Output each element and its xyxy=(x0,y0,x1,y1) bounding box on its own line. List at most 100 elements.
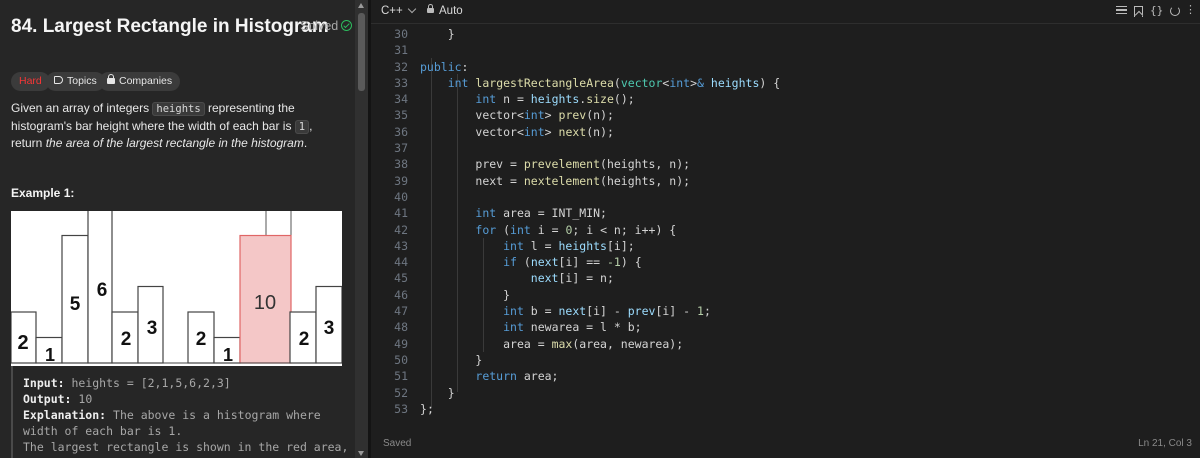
code-line[interactable]: 39 next = nextelement(heights, n); xyxy=(371,173,1200,189)
line-number: 49 xyxy=(394,336,408,351)
scroll-down-arrow-icon[interactable] xyxy=(358,451,364,456)
line-number: 53 xyxy=(394,401,408,416)
code-line[interactable]: 35 vector<int> prev(n); xyxy=(371,107,1200,123)
desc-emphasis: the area of the largest rectangle in the… xyxy=(45,136,304,150)
code-line[interactable]: 32 public: xyxy=(371,59,1200,75)
code-line[interactable]: 45 next[i] = n; xyxy=(371,270,1200,286)
topics-button[interactable]: Topics xyxy=(46,72,105,91)
code-line[interactable]: 52 } xyxy=(371,385,1200,401)
example-block: Input: heights = [2,1,5,6,2,3] Output: 1… xyxy=(11,366,355,458)
code-text: vector<int> prev(n); xyxy=(475,108,614,123)
histogram-label: 2 xyxy=(196,329,207,350)
difficulty-tag[interactable]: Hard xyxy=(11,72,50,91)
output-label: Output: xyxy=(23,392,72,406)
code-text: int n = heights.size(); xyxy=(475,92,635,107)
solved-label: Solved xyxy=(300,19,339,33)
code-line[interactable]: 33 int largestRectangleArea(vector<int>&… xyxy=(371,75,1200,91)
line-number: 52 xyxy=(394,385,408,400)
example-explanation: Explanation: The above is a histogram wh… xyxy=(23,407,355,439)
desc-text: . xyxy=(303,136,308,150)
histogram-label: 2 xyxy=(121,329,132,350)
code-line[interactable]: 42 for (int i = 0; i < n; i++) { xyxy=(371,222,1200,238)
code-line[interactable]: 44 if (next[i] == -1) { xyxy=(371,254,1200,270)
braces-icon[interactable]: {} xyxy=(1150,4,1166,17)
line-number: 40 xyxy=(394,189,408,204)
language-select[interactable]: C++ xyxy=(381,4,416,17)
editor-toolbar: C++ Auto {} ⋮ xyxy=(371,0,1200,24)
code-text: next = nextelement(heights, n); xyxy=(475,173,691,188)
output-value: 10 xyxy=(71,392,93,406)
chevron-down-icon xyxy=(407,4,416,14)
input-value: heights = [2,1,5,6,2,3] xyxy=(64,376,231,390)
code-line[interactable]: 48 int newarea = l * b; xyxy=(371,319,1200,335)
format-icon[interactable] xyxy=(1116,6,1127,17)
inline-code: heights xyxy=(152,102,205,116)
line-number: 44 xyxy=(394,255,408,270)
companies-label: Companies xyxy=(119,75,173,87)
code-line[interactable]: 53}; xyxy=(371,401,1200,417)
problem-description: Given an array of integers heights repre… xyxy=(11,100,341,152)
code-area[interactable]: 30 } 31 32 public: 33 int largestRectangleAr… xyxy=(371,26,1200,417)
line-number: 36 xyxy=(394,124,408,139)
histogram-label: 3 xyxy=(324,318,335,339)
code-line[interactable]: 36 vector<int> next(n); xyxy=(371,124,1200,140)
more-icon[interactable]: ⋮ xyxy=(1185,3,1196,16)
tag-icon xyxy=(54,76,63,84)
scroll-up-arrow-icon[interactable] xyxy=(358,3,364,8)
line-number: 45 xyxy=(394,271,408,286)
bookmark-icon[interactable] xyxy=(1134,6,1143,17)
histogram-image: 215623211023 xyxy=(11,211,342,366)
reset-icon[interactable] xyxy=(1170,6,1180,16)
desc-text: Given an array of integers xyxy=(11,101,153,115)
histogram-label: 3 xyxy=(147,318,158,339)
line-number: 47 xyxy=(394,304,408,319)
code-line[interactable]: 41 int area = INT_MIN; xyxy=(371,205,1200,221)
code-line[interactable]: 43 int l = heights[i]; xyxy=(371,238,1200,254)
histogram-label: 2 xyxy=(299,329,310,350)
line-number: 39 xyxy=(394,173,408,188)
line-number: 37 xyxy=(394,141,408,156)
code-line[interactable]: 50 } xyxy=(371,352,1200,368)
companies-button[interactable]: Companies xyxy=(99,72,181,91)
histogram-label: 1 xyxy=(223,345,233,365)
code-text: } xyxy=(475,352,483,367)
language-label: C++ xyxy=(381,5,403,17)
code-line[interactable]: 34 int n = heights.size(); xyxy=(371,91,1200,107)
code-line[interactable]: 49 area = max(area, newarea); xyxy=(371,336,1200,352)
line-number: 43 xyxy=(394,238,408,253)
code-text: return area; xyxy=(475,369,559,384)
code-text: int newarea = l * b; xyxy=(503,320,642,335)
code-text: for (int i = 0; i < n; i++) { xyxy=(475,222,677,237)
code-line[interactable]: 31 xyxy=(371,42,1200,58)
code-line[interactable]: 38 prev = prevelement(heights, n); xyxy=(371,156,1200,172)
histogram-label: 5 xyxy=(70,294,81,315)
save-status: Saved xyxy=(383,438,412,449)
code-line[interactable]: 46 } xyxy=(371,287,1200,303)
code-text: int b = next[i] - prev[i] - 1; xyxy=(503,304,711,319)
line-number: 50 xyxy=(394,352,408,367)
auto-mode-button[interactable]: Auto xyxy=(427,4,463,17)
example-title: Example 1: xyxy=(11,186,75,200)
example-input: Input: heights = [2,1,5,6,2,3] xyxy=(23,375,355,391)
code-text: int area = INT_MIN; xyxy=(475,206,607,221)
topics-label: Topics xyxy=(67,75,97,87)
code-line[interactable]: 51 return area; xyxy=(371,368,1200,384)
line-number: 42 xyxy=(394,222,408,237)
input-label: Input: xyxy=(23,376,65,390)
code-line[interactable]: 30 } xyxy=(371,26,1200,42)
code-line[interactable]: 40 xyxy=(371,189,1200,205)
histogram-label: 2 xyxy=(17,332,28,354)
code-text: } xyxy=(447,27,455,41)
code-line[interactable]: 47 int b = next[i] - prev[i] - 1; xyxy=(371,303,1200,319)
left-scrollbar-thumb[interactable] xyxy=(358,13,365,91)
line-number: 38 xyxy=(394,157,408,172)
code-text: if (next[i] == -1) { xyxy=(503,255,642,270)
code-text: vector<int> next(n); xyxy=(475,124,614,139)
code-line[interactable]: 37 xyxy=(371,140,1200,156)
line-number: 51 xyxy=(394,369,408,384)
code-text: area = max(area, newarea); xyxy=(503,336,684,351)
histogram-label: 1 xyxy=(45,345,55,365)
line-number: 32 xyxy=(394,59,408,74)
line-number: 46 xyxy=(394,287,408,302)
histogram-label: 6 xyxy=(97,280,108,301)
